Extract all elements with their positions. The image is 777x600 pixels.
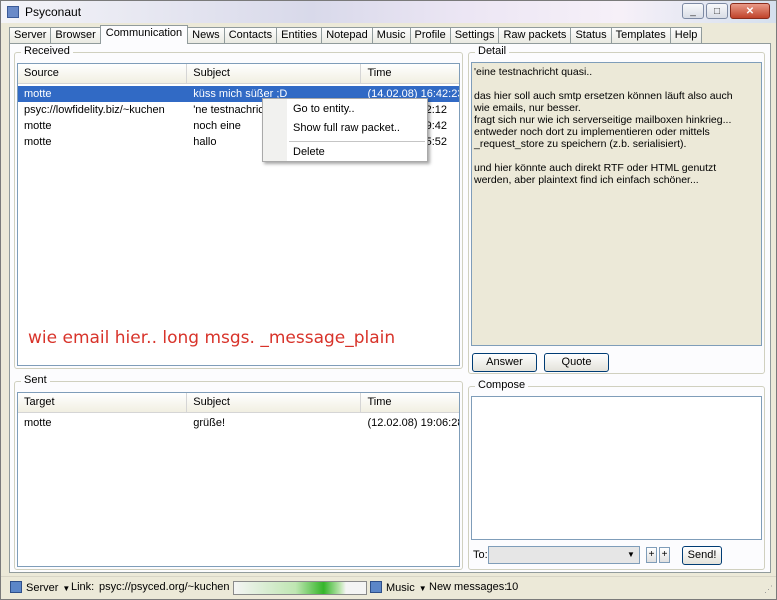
compose-textarea[interactable] (471, 396, 762, 540)
table-row[interactable]: motte grüße! (12.02.08) 19:06:28 (18, 415, 459, 431)
add-recipient-button[interactable]: + (646, 547, 657, 563)
server-icon (10, 581, 22, 593)
compose-label: Compose (475, 379, 529, 391)
received-label: Received (21, 45, 73, 57)
tab-music[interactable]: Music (371, 27, 411, 44)
row-source: motte (24, 136, 52, 148)
server-status[interactable]: Server ▼ (10, 581, 70, 594)
column-time[interactable]: Time (361, 64, 459, 84)
link-value: psyc://psyced.org/~kuchen (99, 581, 230, 593)
dropdown-arrow-icon: ▼ (418, 584, 427, 593)
tab-status[interactable]: Status (570, 27, 612, 44)
main-window: Psyconaut _ □ ✕ Server Browser Communica… (0, 0, 777, 600)
column-source[interactable]: Source (18, 64, 188, 84)
server-label: Server (26, 582, 59, 594)
answer-button[interactable]: Answer (472, 353, 537, 372)
sent-list-header: Target Subject Time (18, 393, 459, 413)
column-target[interactable]: Target (18, 393, 188, 413)
annotation-text: wie email hier.. long msgs. _message_pla… (28, 328, 396, 348)
send-button[interactable]: Send! (682, 546, 722, 565)
tab-entities[interactable]: Entities (276, 27, 323, 44)
progress-bar (233, 581, 367, 595)
tab-help[interactable]: Help (669, 27, 703, 44)
close-button[interactable]: ✕ (730, 3, 770, 19)
row-source: motte (24, 88, 52, 100)
new-messages-count: 10 (506, 581, 519, 593)
tab-contacts[interactable]: Contacts (223, 27, 278, 44)
row-time: (12.02.08) 19:06:28 (367, 417, 459, 429)
column-time[interactable]: Time (361, 393, 459, 413)
menu-item-go-to-entity[interactable]: Go to entity.. (293, 103, 355, 115)
music-status[interactable]: Music ▼ (370, 581, 427, 594)
row-target: motte (24, 417, 52, 429)
window-title: Psyconaut (25, 5, 82, 19)
minimize-button[interactable]: _ (682, 3, 704, 19)
music-label: Music (386, 582, 415, 594)
status-bar: Server ▼ Link: psyc://psyced.org/~kuchen … (1, 576, 776, 598)
tab-profile[interactable]: Profile (409, 27, 451, 44)
tab-browser[interactable]: Browser (50, 27, 101, 44)
context-menu: Go to entity.. Show full raw packet.. De… (262, 98, 428, 162)
tab-communication[interactable]: Communication (99, 25, 189, 44)
new-messages-label: New messages: (429, 581, 508, 593)
dropdown-arrow-icon: ▼ (62, 584, 71, 593)
received-list-header: Source Subject Time (18, 64, 459, 84)
title-bar[interactable]: Psyconaut _ □ ✕ (1, 1, 776, 23)
to-label: To: (473, 549, 488, 561)
tab-raw-packets[interactable]: Raw packets (498, 27, 572, 44)
quote-button[interactable]: Quote (544, 353, 609, 372)
tab-notepad[interactable]: Notepad (321, 27, 373, 44)
tab-server[interactable]: Server (9, 27, 52, 44)
menu-item-show-raw-packet[interactable]: Show full raw packet.. (293, 122, 400, 134)
row-subject: grüße! (193, 417, 226, 429)
recipient-combo[interactable]: ▼ (488, 546, 640, 564)
resize-grip-icon[interactable]: ⋰ (764, 584, 773, 595)
chevron-down-icon[interactable]: ▼ (624, 548, 638, 562)
link-label: Link: (71, 581, 95, 593)
maximize-button[interactable]: □ (706, 3, 728, 19)
app-icon (7, 6, 19, 18)
music-icon (370, 581, 382, 593)
tab-strip: Server Browser Communication News Contac… (9, 25, 703, 44)
tab-news[interactable]: News (187, 27, 225, 44)
column-subject[interactable]: Subject (187, 64, 362, 84)
tab-templates[interactable]: Templates (610, 27, 671, 44)
add-recipient-button-2[interactable]: + (659, 547, 670, 563)
row-source: motte (24, 120, 52, 132)
sent-label: Sent (21, 374, 50, 386)
detail-text[interactable]: 'eine testnachricht quasi.. das hier sol… (471, 62, 762, 346)
column-subject[interactable]: Subject (187, 393, 362, 413)
menu-item-delete[interactable]: Delete (293, 146, 325, 158)
detail-label: Detail (475, 45, 510, 57)
sent-list[interactable]: Target Subject Time motte grüße! (12.02.… (17, 392, 460, 567)
menu-separator (289, 141, 425, 142)
progress-fill (234, 582, 347, 594)
row-source: psyc://lowfidelity.biz/~kuchen (24, 104, 165, 116)
tab-settings[interactable]: Settings (449, 27, 500, 44)
